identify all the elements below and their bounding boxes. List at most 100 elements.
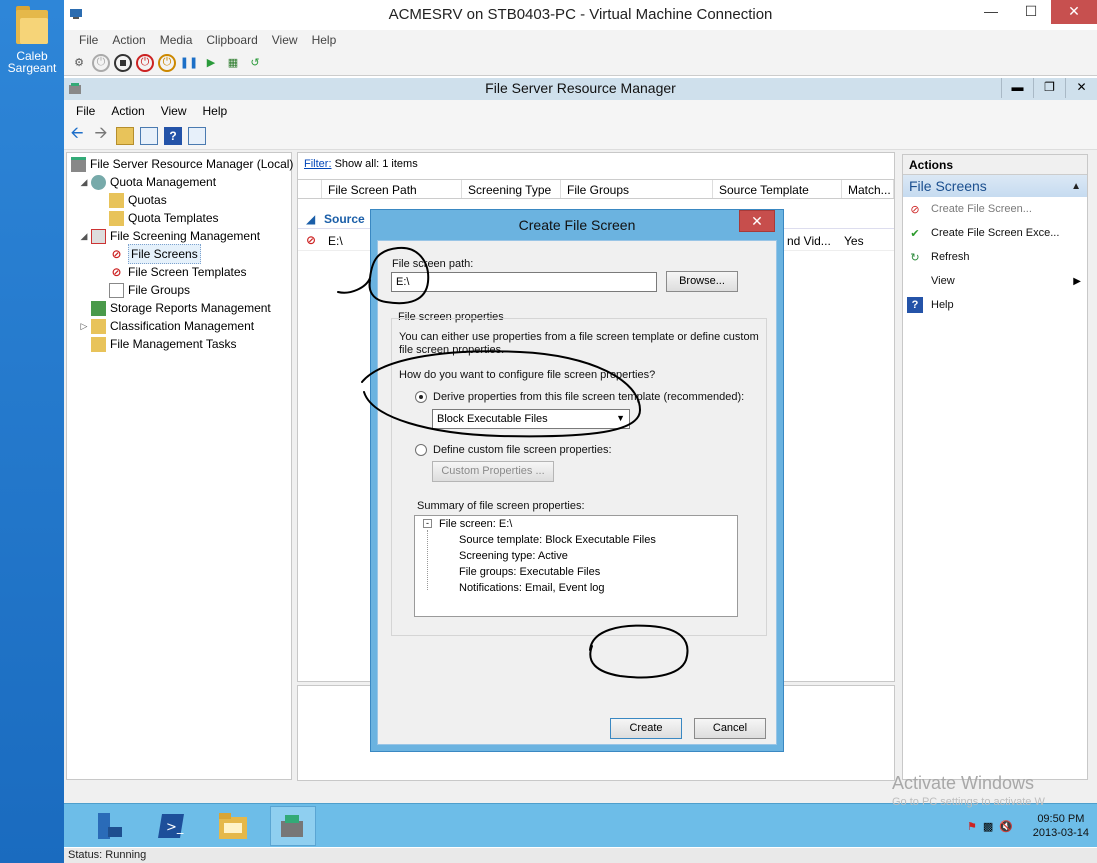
tree-item-file-groups[interactable]: File Groups [109, 281, 190, 299]
taskbar-clock[interactable]: 09:50 PM 2013-03-14 [1033, 812, 1089, 840]
fsrm-menu-bar: File Action View Help [64, 100, 1097, 122]
col-icon [298, 180, 322, 198]
create-button[interactable]: Create [610, 718, 682, 739]
turn-off-icon[interactable] [114, 53, 132, 72]
fsrm-menu-help[interactable]: Help [195, 100, 236, 122]
expanded-arrow-icon[interactable]: ◢ [79, 227, 89, 245]
show-hide-action-pane-icon[interactable] [188, 126, 206, 145]
tree-item-storage-reports[interactable]: Storage Reports Management [91, 299, 271, 317]
start-icon[interactable]: ⏻ [92, 53, 110, 72]
server-manager-icon [98, 813, 122, 839]
action-refresh[interactable]: ↻ Refresh [903, 245, 1087, 269]
action-view[interactable]: View ▶ [903, 269, 1087, 293]
svg-text:>_: >_ [166, 820, 184, 835]
custom-properties-button[interactable]: Custom Properties ... [432, 461, 554, 482]
pause-icon[interactable]: ❚❚ [180, 54, 198, 72]
server-manager-taskbar-button[interactable] [86, 806, 132, 846]
col-file-screen-path[interactable]: File Screen Path [322, 180, 462, 198]
screening-icon [91, 228, 106, 244]
fsrm-menu-view[interactable]: View [153, 100, 195, 122]
tree-item-quota-management[interactable]: ◢ Quota Management [81, 173, 216, 191]
vm-menu-view[interactable]: View [265, 30, 305, 50]
console-tree: File Server Resource Manager (Local) ◢ Q… [66, 152, 293, 780]
config-question: How do you want to configure file screen… [399, 369, 656, 381]
template-select[interactable]: Block Executable Files ▼ [432, 409, 630, 429]
create-screen-icon: ⊘ [910, 203, 920, 216]
path-input[interactable]: E:\ [391, 272, 657, 292]
vm-window: ACMESRV on STB0403-PC - Virtual Machine … [64, 0, 1097, 863]
tree-item-file-screen-templates[interactable]: ⊘ File Screen Templates [109, 263, 246, 281]
fsrm-icon [71, 156, 86, 172]
expanded-arrow-icon[interactable]: ◢ [79, 173, 89, 191]
back-arrow-icon[interactable]: 🡨 [68, 125, 86, 145]
filter-link[interactable]: Filter: [304, 158, 332, 170]
up-folder-icon[interactable] [116, 126, 134, 145]
minimize-button[interactable]: — [971, 0, 1011, 24]
network-icon[interactable]: ▩ [983, 820, 993, 833]
tree-item-file-management-tasks[interactable]: File Management Tasks [91, 335, 237, 353]
derive-option-label[interactable]: Derive properties from this file screen … [433, 391, 744, 403]
refresh-icon: ↻ [910, 251, 920, 264]
fsrm-icon [281, 815, 303, 837]
dialog-close-button[interactable]: ✕ [739, 210, 775, 232]
help-icon[interactable]: ? [164, 126, 182, 145]
fsrm-restore-button[interactable]: ❐ [1033, 78, 1065, 98]
summary-collapse-icon: - [423, 519, 432, 528]
col-match[interactable]: Match... [842, 180, 894, 198]
custom-radio[interactable] [415, 444, 427, 456]
fsrm-close-button[interactable]: ✕ [1065, 78, 1097, 98]
derive-radio[interactable] [415, 391, 427, 403]
custom-option-label[interactable]: Define custom file screen properties: [433, 444, 612, 456]
show-hide-tree-icon[interactable] [140, 126, 158, 145]
filter-bar: Filter: Show all: 1 items [298, 153, 894, 175]
col-screening-type[interactable]: Screening Type [462, 180, 561, 198]
forward-arrow-icon[interactable]: 🡪 [92, 125, 110, 145]
cancel-button[interactable]: Cancel [694, 718, 766, 739]
revert-icon[interactable]: ↺ [246, 54, 264, 72]
ctrl-alt-del-icon[interactable]: ⚙ [70, 54, 88, 72]
tree-item-quota-templates[interactable]: Quota Templates [109, 209, 219, 227]
browse-button[interactable]: Browse... [666, 271, 738, 292]
volume-muted-icon[interactable]: 🔇 [999, 820, 1013, 833]
col-file-groups[interactable]: File Groups [561, 180, 713, 198]
action-create-file-screen[interactable]: ⊘ Create File Screen... [903, 197, 1087, 221]
fsrm-minimize-button[interactable]: ▬ [1001, 78, 1033, 98]
col-source-template[interactable]: Source Template [713, 180, 842, 198]
maximize-button[interactable]: ☐ [1011, 0, 1051, 24]
vm-menu-media[interactable]: Media [153, 30, 200, 50]
explorer-taskbar-button[interactable] [210, 806, 256, 846]
row-match: Yes [844, 234, 864, 248]
power-icon[interactable]: ⏻ [158, 53, 176, 72]
tree-item-classification[interactable]: ▷ Classification Management [81, 317, 254, 335]
reports-icon [91, 300, 106, 316]
tree-item-file-screens[interactable]: ⊘ File Screens [109, 244, 201, 264]
close-button[interactable]: ✕ [1051, 0, 1097, 24]
checkpoint-icon[interactable]: ▦ [224, 54, 242, 72]
fsrm-taskbar-button[interactable] [270, 806, 316, 846]
shut-down-icon[interactable]: ⏻ [136, 53, 154, 72]
vm-menu-file[interactable]: File [72, 30, 105, 50]
powershell-taskbar-button[interactable]: >_ [148, 806, 194, 846]
resume-icon[interactable]: ▶ [202, 54, 220, 72]
quota-icon [91, 174, 106, 190]
action-create-exception[interactable]: ✔ Create File Screen Exce... [903, 221, 1087, 245]
powershell-icon: >_ [158, 814, 184, 838]
desktop-folder-shortcut[interactable]: Caleb Sargeant [6, 6, 58, 74]
taskbar: >_ ⚑ ▩ 🔇 09:50 PM 2013-03-14 [64, 803, 1097, 847]
row-source-template: nd Vid... [787, 234, 831, 248]
actions-section-file-screens[interactable]: File Screens ▲ [903, 175, 1087, 197]
vm-menu-clipboard[interactable]: Clipboard [199, 30, 264, 50]
activation-watermark: Activate Windows [892, 773, 1035, 793]
tree-item-quotas[interactable]: Quotas [109, 191, 167, 209]
fsrm-menu-action[interactable]: Action [103, 100, 152, 122]
vm-menu-help[interactable]: Help [305, 30, 344, 50]
tree-item-file-screening-management[interactable]: ◢ File Screening Management [81, 227, 260, 245]
action-help[interactable]: ? Help [903, 293, 1087, 317]
vm-menu-action[interactable]: Action [105, 30, 152, 50]
tree-item-fsrm-root[interactable]: File Server Resource Manager (Local) [71, 155, 293, 173]
action-center-flag-icon[interactable]: ⚑ [967, 820, 977, 833]
collapsed-arrow-icon[interactable]: ▷ [79, 317, 89, 335]
props-description: You can either use properties from a fil… [399, 331, 759, 356]
fsrm-menu-file[interactable]: File [68, 100, 103, 122]
fsrm-window-title: File Server Resource Manager [485, 80, 676, 96]
